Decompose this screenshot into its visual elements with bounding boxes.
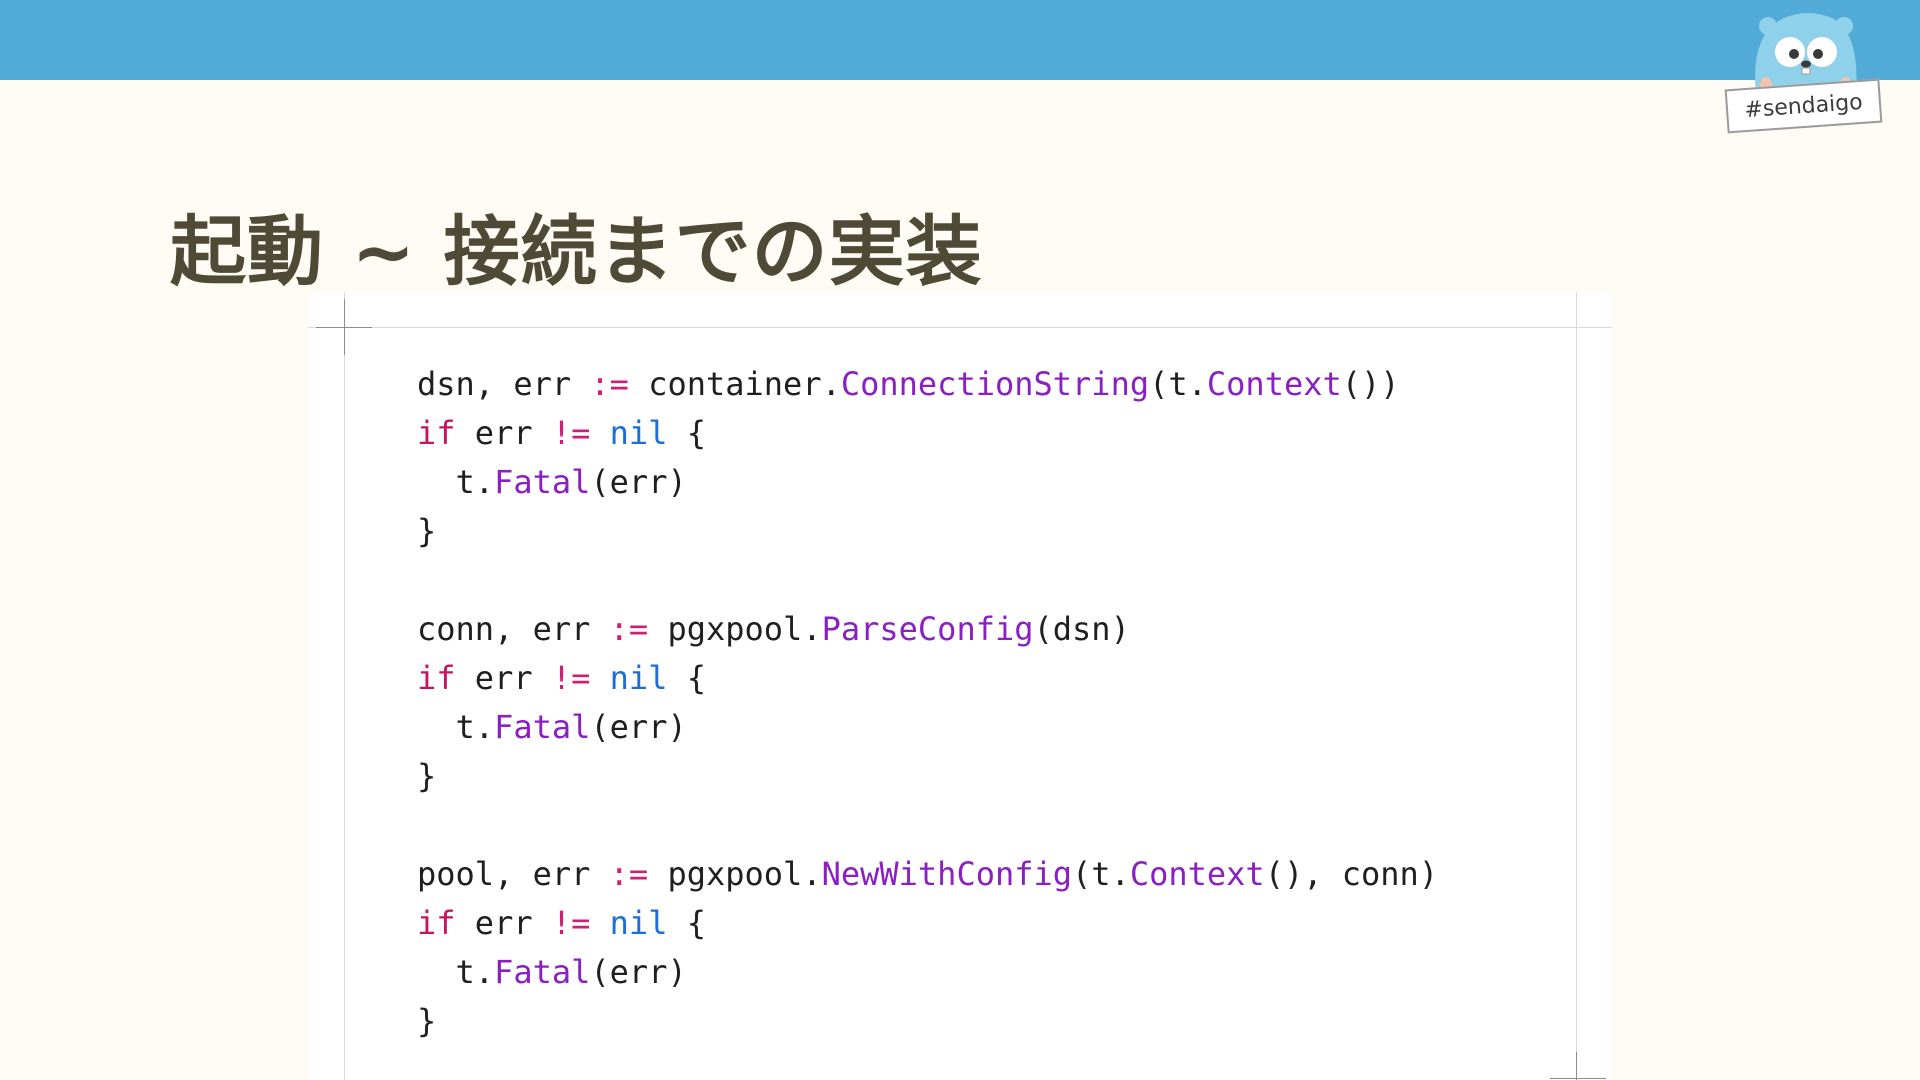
code-token: t. (417, 953, 495, 991)
guide-line-top (308, 327, 1612, 328)
code-token: nil (609, 904, 668, 942)
code-token: (err) (590, 953, 687, 991)
code-line: } (417, 752, 1438, 801)
code-token: { (667, 659, 706, 697)
code-line: } (417, 507, 1438, 556)
code-line: conn, err := pgxpool.ParseConfig(dsn) (417, 605, 1438, 654)
code-token: (err) (590, 463, 687, 501)
code-line: dsn, err := container.ConnectionString(t… (417, 360, 1438, 409)
code-token: t. (417, 463, 495, 501)
code-token: (t. (1072, 855, 1130, 893)
code-line: if err != nil { (417, 654, 1438, 703)
code-token: container. (628, 365, 841, 403)
code-token: != (551, 904, 591, 942)
code-line: if err != nil { (417, 409, 1438, 458)
code-token: (t. (1149, 365, 1207, 403)
code-token: if (417, 659, 456, 697)
code-token: nil (609, 659, 668, 697)
guide-line-right (1576, 292, 1577, 1080)
code-token: } (417, 1002, 437, 1040)
code-token: Context (1129, 855, 1265, 893)
code-token: if (417, 414, 456, 452)
code-line: pool, err := pgxpool.NewWithConfig(t.Con… (417, 850, 1438, 899)
code-token: := (609, 855, 649, 893)
code-token: t. (417, 708, 495, 746)
code-token: } (417, 757, 437, 795)
code-token: conn, err (417, 610, 610, 648)
code-token: dsn, err (417, 365, 591, 403)
code-token: if (417, 904, 456, 942)
code-token: pool, err (417, 855, 610, 893)
code-token: err (455, 659, 552, 697)
crosshair-mark-bottom-right-vertical (1576, 1052, 1577, 1080)
code-token: NewWithConfig (821, 855, 1073, 893)
code-token: err (455, 414, 552, 452)
crosshair-mark-bottom-right (1550, 1078, 1606, 1079)
code-token: err (455, 904, 552, 942)
code-token: ()) (1341, 365, 1400, 403)
code-token: pgxpool. (648, 855, 822, 893)
code-line: } (417, 997, 1438, 1046)
code-token: Fatal (494, 953, 591, 991)
code-token: Context (1206, 365, 1342, 403)
code-token: } (417, 512, 437, 550)
code-token: := (609, 610, 649, 648)
code-token: { (667, 414, 706, 452)
code-token: pgxpool. (648, 610, 822, 648)
code-token: ConnectionString (840, 365, 1150, 403)
code-line: t.Fatal(err) (417, 703, 1438, 752)
gopher-mascot-icon: #sendaigo (1716, 4, 1896, 134)
header-bar (0, 0, 1920, 80)
code-token: (), conn) (1264, 855, 1439, 893)
code-line: t.Fatal(err) (417, 948, 1438, 997)
code-token: Fatal (494, 463, 591, 501)
slide: #sendaigo 起動 ~ 接続までの実装 dsn, err := conta… (0, 0, 1920, 1080)
code-line: if err != nil { (417, 899, 1438, 948)
code-token: (err) (590, 708, 687, 746)
code-token: != (551, 659, 591, 697)
slide-title: 起動 ~ 接続までの実装 (170, 207, 983, 296)
code-token: != (551, 414, 591, 452)
code-token: nil (609, 414, 668, 452)
guide-line-left (344, 292, 345, 1080)
code-token: Fatal (494, 708, 591, 746)
code-line: t.Fatal(err) (417, 458, 1438, 507)
code-token: (dsn) (1033, 610, 1130, 648)
crosshair-mark-top-left-vertical (344, 299, 345, 355)
code-block: dsn, err := container.ConnectionString(t… (417, 360, 1438, 1046)
code-token: ParseConfig (821, 610, 1034, 648)
code-token: := (590, 365, 629, 403)
code-token: { (667, 904, 706, 942)
